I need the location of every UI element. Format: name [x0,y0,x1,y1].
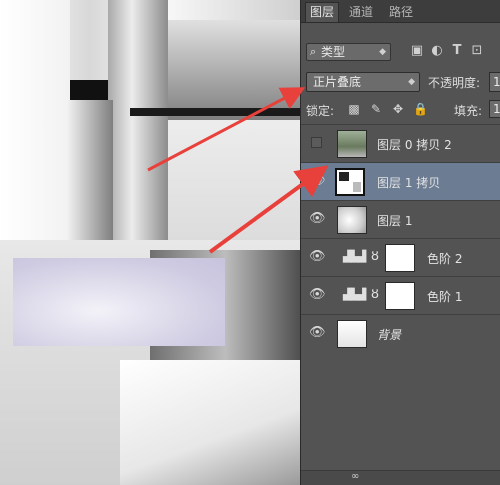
opacity-label: 不透明度: [428,76,481,90]
brush-icon[interactable]: ✎ [369,102,383,116]
lock-icon[interactable]: 🔒 [413,102,428,116]
eye-icon[interactable]: 👁 [309,174,326,188]
layer-name: 图层 1 拷贝 [377,176,441,190]
adjustment-filter-icon[interactable]: ◐ [429,43,445,59]
layer-row-background[interactable]: 👁 背景 [301,314,500,352]
search-icon: ⌕ [310,45,317,58]
tab-layers[interactable]: 图层 [305,2,340,22]
layer-mask-thumbnail [385,244,415,272]
panel-tab-bar: 图层 通道 路径 [301,0,500,23]
layer-name: 色阶 2 [427,252,463,266]
opacity-input[interactable]: 1 [489,72,500,92]
layers-panel: 图层 通道 路径 ⌕ 类型 ◆ ▣ ◐ T ⊡ 正片叠底 ◆ 不透明度: 1 锁… [300,0,500,485]
layer-name: 图层 1 [377,214,413,228]
document-canvas[interactable] [0,0,300,485]
layer-row-layer-1[interactable]: 👁 图层 1 [301,200,500,238]
image-filter-icon[interactable]: ▣ [409,43,425,59]
move-icon[interactable]: ✥ [391,102,405,116]
layer-name: 色阶 1 [427,290,463,304]
canvas-pillar [108,0,168,260]
canvas-pillar-shadow [68,100,113,250]
fill-label: 填充: [454,104,483,118]
layer-row-layer-1-copy[interactable]: 👁 图层 1 拷贝 [301,162,500,200]
canvas-beam-dark [130,108,300,116]
dropdown-caret-icon: ◆ [408,77,415,87]
blend-row: 正片叠底 ◆ 不透明度: 1 [301,70,500,94]
layer-thumbnail [337,320,367,348]
eye-icon[interactable]: 👁 [309,288,326,302]
eye-icon[interactable]: 👁 [309,250,326,264]
filter-row: ⌕ 类型 ◆ ▣ ◐ T ⊡ [301,40,500,64]
layer-thumbnail [335,168,365,196]
layer-row-levels-1[interactable]: 👁 ▟▙▟ ȣ 色阶 1 [301,276,500,314]
levels-adjustment-icon: ▟▙▟ [343,250,366,263]
layer-row-levels-2[interactable]: 👁 ▟▙▟ ȣ 色阶 2 [301,238,500,276]
visibility-toggle[interactable] [311,137,322,148]
link-layers-icon[interactable]: ∞ [351,471,359,482]
layer-mask-thumbnail [385,282,415,310]
layer-name: 图层 0 拷贝 2 [377,138,452,152]
blend-mode-select[interactable]: 正片叠底 ◆ [306,72,420,92]
canvas-violet-panel [13,258,225,346]
panel-bottom-bar: ∞ [301,470,500,485]
layer-name: 背景 [377,328,402,342]
layer-thumbnail [337,130,367,158]
eye-icon[interactable]: 👁 [309,212,326,226]
lock-label: 锁定: [306,104,335,118]
layer-row-layer-0-copy-2[interactable]: 图层 0 拷贝 2 [301,124,500,162]
link-icon: ȣ [371,249,379,264]
tab-paths[interactable]: 路径 [385,3,417,22]
canvas-beam-right [168,20,300,120]
link-icon: ȣ [371,287,379,302]
tab-channels[interactable]: 通道 [345,3,377,22]
shape-filter-icon[interactable]: ⊡ [469,43,485,59]
lock-row: 锁定: ▩ ✎ ✥ 🔒 填充: 1 [301,100,500,120]
dropdown-caret-icon: ◆ [379,47,386,57]
canvas-lower-white [120,360,300,485]
levels-adjustment-icon: ▟▙▟ [343,288,366,301]
filter-kind-label: 类型 [321,45,346,59]
fill-input[interactable]: 1 [489,100,500,118]
type-filter-icon[interactable]: T [449,43,465,59]
layer-thumbnail [337,206,367,234]
lock-transparent-icon[interactable]: ▩ [347,102,361,116]
eye-icon[interactable]: 👁 [309,326,326,340]
blend-mode-value: 正片叠底 [313,75,362,89]
filter-kind-select[interactable]: ⌕ 类型 ◆ [306,43,391,61]
